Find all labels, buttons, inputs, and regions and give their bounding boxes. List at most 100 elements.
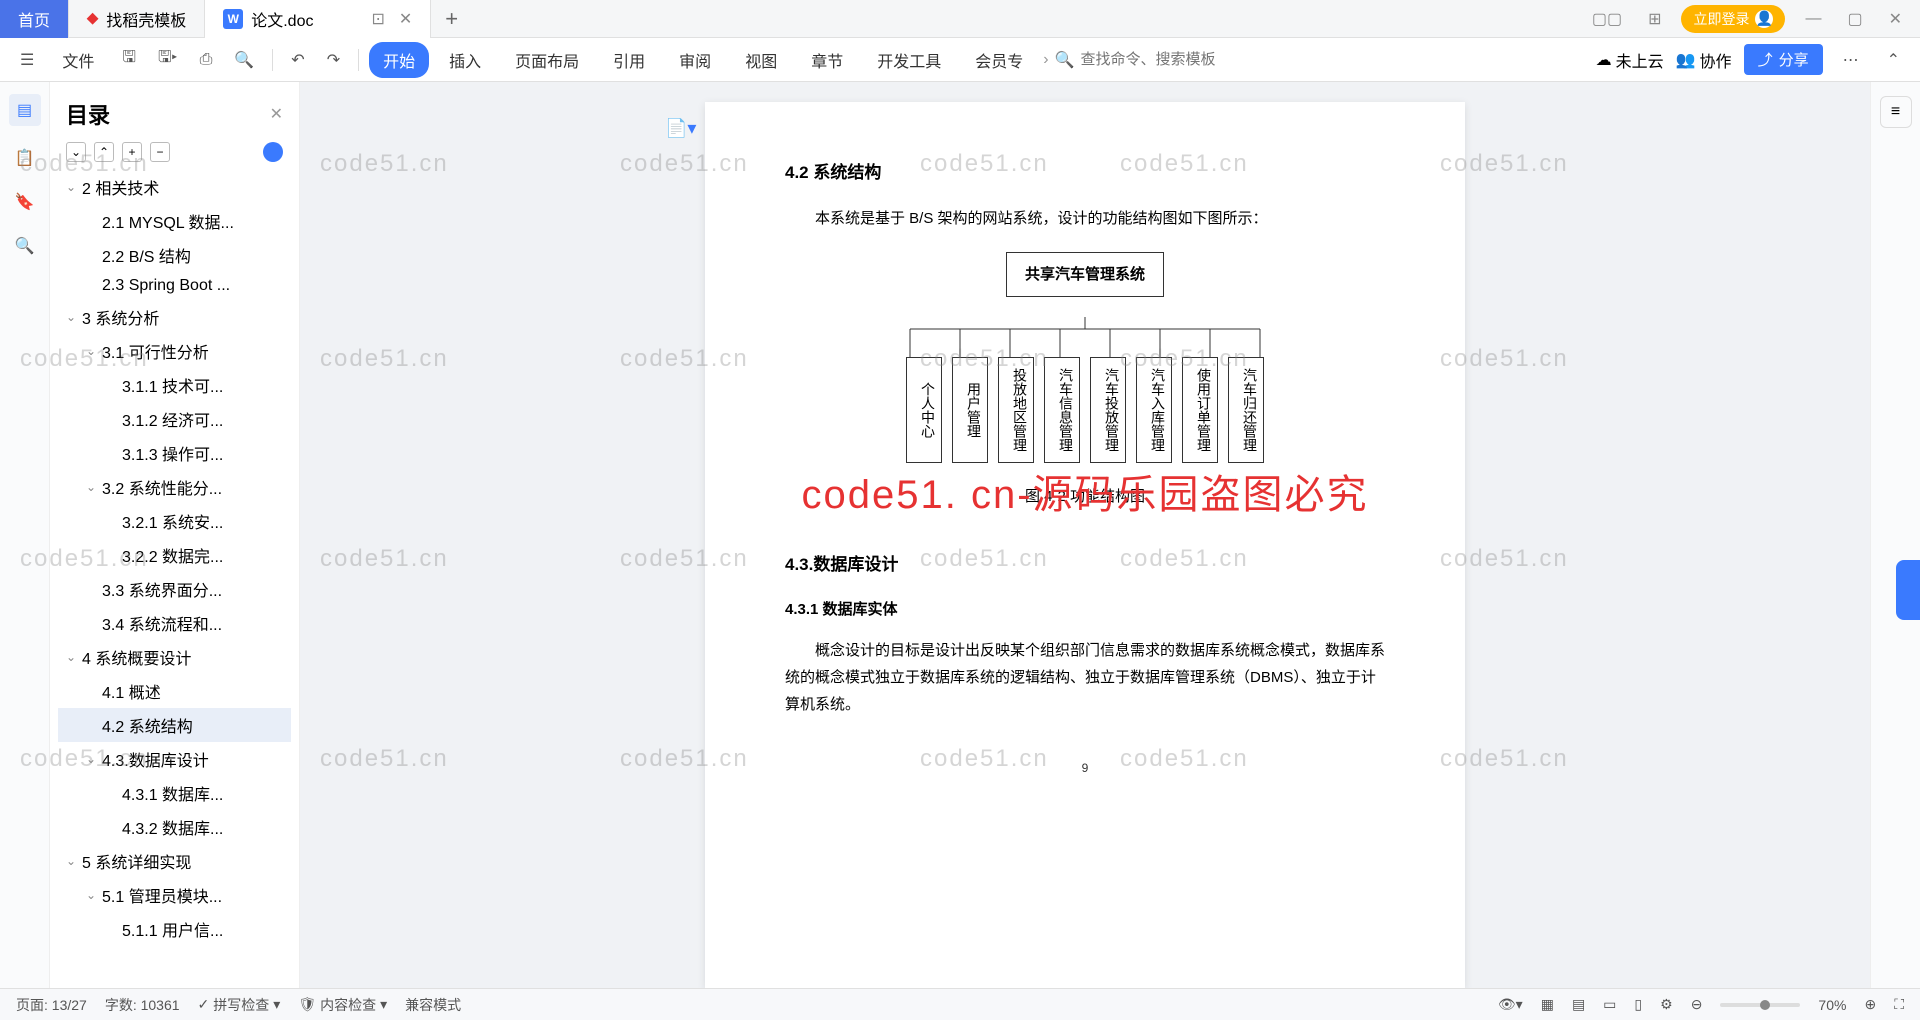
document-area[interactable]: 📄▾ 4.2 系统结构 本系统是基于 B/S 架构的网站系统，设计的功能结构图如… — [300, 82, 1870, 988]
more-icon[interactable]: ⋯ — [1835, 44, 1867, 76]
view-outline-icon[interactable]: ▤ — [1572, 996, 1585, 1013]
menu-insert[interactable]: 插入 — [435, 42, 495, 78]
toc-item[interactable]: 2.1 MYSQL 数据... — [58, 204, 291, 238]
toc-item[interactable]: 3.2.1 系统安... — [58, 504, 291, 538]
toc-item[interactable]: 5.1.1 用户信... — [58, 912, 291, 946]
login-button[interactable]: 立即登录 👤 — [1681, 5, 1785, 33]
collab-button[interactable]: 👥协作 — [1676, 48, 1732, 72]
maximize-icon[interactable]: ▢ — [1841, 9, 1868, 29]
menu-start[interactable]: 开始 — [369, 42, 429, 78]
saveas-icon[interactable]: 🖫▸ — [150, 40, 186, 79]
menu-reference[interactable]: 引用 — [599, 42, 659, 78]
view-page-icon[interactable]: ▦ — [1541, 996, 1554, 1013]
zoom-slider[interactable] — [1720, 1003, 1800, 1007]
right-panel-icon[interactable]: ≡ — [1880, 96, 1912, 128]
chevron-right-icon[interactable]: › — [1043, 51, 1048, 69]
side-tab[interactable] — [1896, 560, 1920, 620]
view-read-icon[interactable]: ▯ — [1634, 996, 1642, 1013]
content-check-button[interactable]: 🛡内容检查▾ — [298, 995, 387, 1015]
collapse-all-icon[interactable]: ⌃ — [94, 142, 114, 162]
close-icon[interactable]: ✕ — [399, 9, 412, 29]
toc-item[interactable]: 4.3.1 数据库... — [58, 776, 291, 810]
expand-all-icon[interactable]: ⌄ — [66, 142, 86, 162]
bookmark-icon[interactable]: 🔖 — [13, 190, 37, 214]
toc-item[interactable]: ⌄3 系统分析 — [58, 300, 291, 334]
toc-item[interactable]: ⌄3.1 可行性分析 — [58, 334, 291, 368]
add-tab-button[interactable]: + — [431, 6, 472, 32]
toc-item[interactable]: 2.3 Spring Boot ... — [58, 272, 291, 300]
compat-mode[interactable]: 兼容模式 — [405, 995, 461, 1015]
toc-item[interactable]: 3.4 系统流程和... — [58, 606, 291, 640]
redo-icon[interactable]: ↷ — [319, 44, 348, 76]
toc-item[interactable]: 4.2 系统结构 — [58, 708, 291, 742]
view-web-icon[interactable]: ▭ — [1603, 996, 1616, 1013]
tab-template[interactable]: ⬥ 找稻壳模板 — [69, 0, 205, 38]
toc-item[interactable]: ⌄2 相关技术 — [58, 170, 291, 204]
collapse-icon[interactable]: ⌃ — [1879, 44, 1908, 76]
menu-dev[interactable]: 开发工具 — [863, 42, 955, 78]
apps-icon[interactable]: ⊞ — [1642, 9, 1667, 29]
add-item-icon[interactable]: + — [122, 142, 142, 162]
toc-item[interactable]: ⌄5 系统详细实现 — [58, 844, 291, 878]
toc-item[interactable]: 3.1.2 经济可... — [58, 402, 291, 436]
sidebar-close-icon[interactable]: ✕ — [270, 104, 283, 124]
toc-item[interactable]: 3.2.2 数据完... — [58, 538, 291, 572]
toolbar: ☰ 文件 🖫 🖫▸ ⎙ 🔍 ↶ ↷ 开始 插入 页面布局 引用 审阅 视图 章节… — [0, 38, 1920, 82]
status-page[interactable]: 页面: 13/27 — [16, 995, 87, 1015]
chevron-down-icon[interactable]: ⌄ — [86, 752, 98, 766]
toc-item[interactable]: 4.3.2 数据库... — [58, 810, 291, 844]
status-words[interactable]: 字数: 10361 — [105, 995, 180, 1015]
chevron-down-icon[interactable]: ⌄ — [66, 854, 78, 868]
share-button[interactable]: ⤴分享 — [1744, 44, 1823, 75]
eye-icon[interactable]: 👁▾ — [1498, 996, 1523, 1013]
menu-layout[interactable]: 页面布局 — [501, 42, 593, 78]
page-marker-icon[interactable]: 📄▾ — [665, 112, 696, 144]
cloud-status[interactable]: ☁未上云 — [1596, 48, 1664, 72]
chevron-down-icon[interactable]: ⌄ — [86, 344, 98, 358]
save-icon[interactable]: 🖫 — [114, 40, 144, 79]
menu-section[interactable]: 章节 — [797, 42, 857, 78]
menu-view[interactable]: 视图 — [731, 42, 791, 78]
zoom-value[interactable]: 70% — [1818, 997, 1846, 1013]
menu-member[interactable]: 会员专 — [961, 42, 1037, 78]
chevron-down-icon[interactable]: ⌄ — [66, 310, 78, 324]
file-menu[interactable]: 文件 — [48, 42, 108, 78]
search-rail-icon[interactable]: 🔍 — [13, 234, 37, 258]
chevron-down-icon[interactable]: ⌄ — [86, 480, 98, 494]
toc-item[interactable]: ⌄4 系统概要设计 — [58, 640, 291, 674]
print-icon[interactable]: ⎙ — [192, 45, 221, 75]
chevron-down-icon[interactable]: ⌄ — [86, 888, 98, 902]
fullscreen-icon[interactable]: ⛶ — [1894, 996, 1904, 1013]
toc-item[interactable]: 3.1.1 技术可... — [58, 368, 291, 402]
tab-home[interactable]: 首页 — [0, 0, 69, 38]
minimize-icon[interactable]: — — [1799, 10, 1827, 28]
toc-item[interactable]: ⌄4.3.数据库设计 — [58, 742, 291, 776]
locate-icon[interactable] — [263, 142, 283, 162]
preview-icon[interactable]: 🔍 — [226, 44, 262, 76]
tab-document[interactable]: W 论文.doc ⊡ ✕ — [205, 0, 431, 38]
toc-item[interactable]: 3.1.3 操作可... — [58, 436, 291, 470]
menu-icon[interactable]: ☰ — [12, 44, 42, 76]
undo-icon[interactable]: ↶ — [283, 44, 312, 76]
toc-item[interactable]: 4.1 概述 — [58, 674, 291, 708]
pin-icon[interactable]: ⊡ — [371, 9, 384, 29]
search-input[interactable] — [1081, 51, 1261, 68]
toc-icon[interactable]: ▤ — [9, 94, 41, 126]
search-box[interactable]: 🔍 — [1055, 50, 1261, 70]
toc-item[interactable]: ⌄5.1 管理员模块... — [58, 878, 291, 912]
clipboard-icon[interactable]: 📋 — [13, 146, 37, 170]
toc-item[interactable]: ⌄3.2 系统性能分... — [58, 470, 291, 504]
layout-icon[interactable]: ▢▢ — [1586, 9, 1628, 29]
chevron-down-icon[interactable]: ⌄ — [66, 650, 78, 664]
zoom-in-icon[interactable]: ⊕ — [1864, 996, 1876, 1013]
settings-icon[interactable]: ⚙ — [1660, 996, 1673, 1013]
chevron-down-icon[interactable]: ⌄ — [66, 180, 78, 194]
menu-review[interactable]: 审阅 — [665, 42, 725, 78]
remove-item-icon[interactable]: − — [150, 142, 170, 162]
spellcheck-button[interactable]: ✓拼写检查▾ — [198, 995, 281, 1015]
toc-item[interactable]: 3.3 系统界面分... — [58, 572, 291, 606]
window-close-icon[interactable]: ✕ — [1883, 9, 1908, 29]
statusbar: 页面: 13/27 字数: 10361 ✓拼写检查▾ 🛡内容检查▾ 兼容模式 👁… — [0, 988, 1920, 1020]
toc-item[interactable]: 2.2 B/S 结构 — [58, 238, 291, 272]
zoom-out-icon[interactable]: ⊖ — [1691, 996, 1703, 1013]
